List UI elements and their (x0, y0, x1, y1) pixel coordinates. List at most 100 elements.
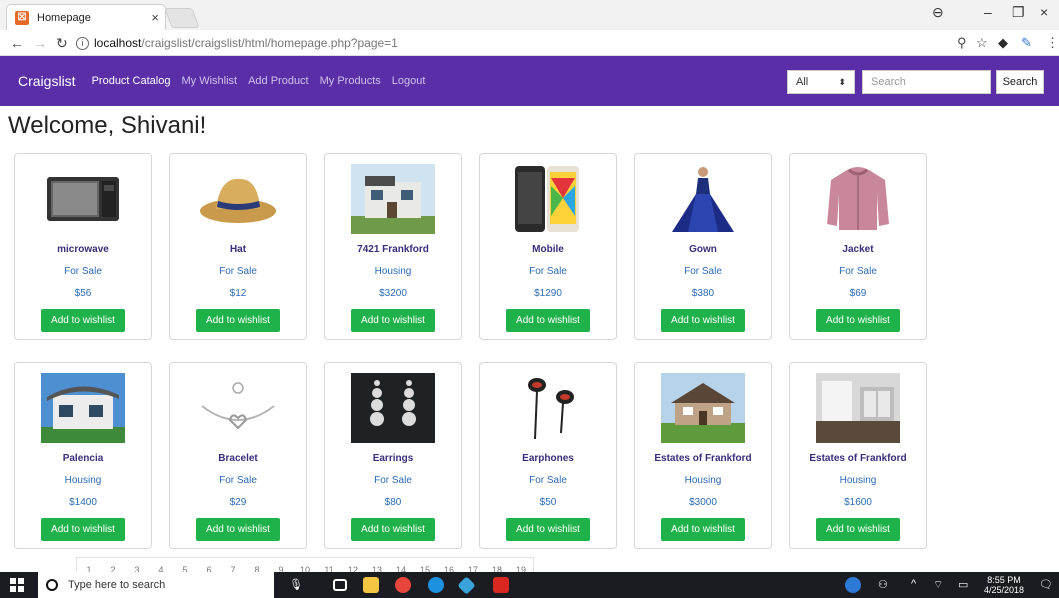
microphone-icon[interactable]: 🎙 (289, 578, 303, 591)
maximize-icon[interactable]: ❐ (1012, 4, 1025, 21)
category-select[interactable]: All ⬍ (787, 70, 855, 94)
page-link[interactable]: 12 (341, 558, 365, 572)
page-link[interactable]: 4 (149, 558, 173, 572)
nav-product-catalog[interactable]: Product Catalog (92, 75, 171, 87)
file-explorer-icon[interactable] (363, 577, 379, 593)
task-view-icon[interactable] (333, 579, 347, 591)
extension-pen-icon[interactable]: ✎ (1021, 35, 1032, 51)
chrome-icon[interactable] (395, 577, 411, 593)
product-name[interactable]: Jacket (842, 244, 873, 255)
nav-my-wishlist[interactable]: My Wishlist (181, 75, 237, 87)
product-name[interactable]: Estates of Frankford (809, 453, 906, 464)
add-to-wishlist-button[interactable]: Add to wishlist (661, 518, 745, 541)
add-to-wishlist-button[interactable]: Add to wishlist (41, 309, 125, 332)
taskbar-search[interactable]: Type here to search (38, 572, 274, 598)
kitchen-image[interactable] (816, 373, 900, 443)
page-link[interactable]: 1 (77, 558, 101, 572)
jacket-image[interactable] (816, 164, 900, 234)
battery-icon[interactable]: ▭ (958, 578, 968, 591)
product-name[interactable]: Bracelet (218, 453, 257, 464)
page-link[interactable]: 18 (485, 558, 509, 572)
page-link[interactable]: 17 (461, 558, 485, 572)
back-icon[interactable]: ← (10, 35, 24, 51)
earphones-image[interactable] (506, 373, 590, 443)
zoom-icon[interactable]: ⚲ (957, 35, 967, 51)
product-price: $50 (539, 497, 557, 508)
bookmark-star-icon[interactable]: ☆ (976, 35, 988, 51)
reload-icon[interactable]: ↻ (56, 35, 68, 52)
house-image[interactable] (351, 164, 435, 234)
product-name[interactable]: Palencia (63, 453, 104, 464)
menu-icon[interactable]: ⋮ (1046, 35, 1059, 51)
cortana-icon (46, 579, 58, 591)
profile-icon[interactable]: ⊖ (932, 4, 944, 21)
add-to-wishlist-button[interactable]: Add to wishlist (351, 518, 435, 541)
add-to-wishlist-button[interactable]: Add to wishlist (196, 309, 280, 332)
tab-close-icon[interactable]: × (151, 10, 159, 25)
villa-image[interactable] (41, 373, 125, 443)
acrobat-icon[interactable] (493, 577, 509, 593)
product-name[interactable]: Estates of Frankford (654, 453, 751, 464)
product-name[interactable]: Hat (230, 244, 246, 255)
url-field[interactable]: i localhost/craigslist/craigslist/html/h… (76, 33, 1001, 53)
page-link[interactable]: 14 (389, 558, 413, 572)
search-button[interactable]: Search (996, 70, 1044, 94)
mobile-image[interactable] (506, 164, 590, 234)
clock[interactable]: 8:55 PM 4/25/2018 (978, 575, 1030, 595)
page-link[interactable]: 6 (197, 558, 221, 572)
add-to-wishlist-button[interactable]: Add to wishlist (661, 309, 745, 332)
page-link[interactable]: 9 (269, 558, 293, 572)
brand-link[interactable]: Craigslist (18, 73, 76, 89)
product-name[interactable]: Earphones (522, 453, 574, 464)
page-link[interactable]: 15 (413, 558, 437, 572)
nav-add-product[interactable]: Add Product (248, 75, 309, 87)
page-link[interactable]: 19 (509, 558, 533, 572)
product-name[interactable]: Gown (689, 244, 717, 255)
page-link[interactable]: 13 (365, 558, 389, 572)
page-link[interactable]: 2 (101, 558, 125, 572)
people-icon[interactable]: ⚇ (878, 578, 888, 591)
visual-studio-icon[interactable] (457, 576, 476, 595)
help-icon[interactable] (845, 577, 861, 593)
extension-icon[interactable]: ◆ (998, 35, 1008, 51)
add-to-wishlist-button[interactable]: Add to wishlist (506, 309, 590, 332)
close-window-icon[interactable]: × (1040, 4, 1048, 20)
add-to-wishlist-button[interactable]: Add to wishlist (506, 518, 590, 541)
page-link[interactable]: 10 (293, 558, 317, 572)
wifi-icon[interactable]: ⌔ (933, 578, 943, 592)
product-name[interactable]: Mobile (532, 244, 564, 255)
add-to-wishlist-button[interactable]: Add to wishlist (816, 518, 900, 541)
info-icon[interactable]: i (76, 36, 89, 50)
page-link[interactable]: 11 (317, 558, 341, 572)
product-card: Estates of Frankford Housing $3000 Add t… (634, 362, 772, 549)
product-name[interactable]: 7421 Frankford (357, 244, 429, 255)
earrings-image[interactable] (351, 373, 435, 443)
search-input[interactable] (862, 70, 991, 94)
bracelet-image[interactable] (196, 373, 280, 443)
hat-image[interactable] (196, 164, 280, 234)
page-link[interactable]: 8 (245, 558, 269, 572)
chevron-up-icon[interactable]: ^ (911, 578, 916, 590)
gown-image[interactable] (661, 164, 745, 234)
product-name[interactable]: Earrings (373, 453, 414, 464)
add-to-wishlist-button[interactable]: Add to wishlist (351, 309, 435, 332)
page-link[interactable]: 16 (437, 558, 461, 572)
notifications-icon[interactable]: 🗨 (1039, 578, 1053, 591)
add-to-wishlist-button[interactable]: Add to wishlist (196, 518, 280, 541)
page-link[interactable]: 7 (221, 558, 245, 572)
microwave-image[interactable] (41, 164, 125, 234)
new-tab-button[interactable] (164, 8, 200, 28)
add-to-wishlist-button[interactable]: Add to wishlist (41, 518, 125, 541)
estate-image[interactable] (661, 373, 745, 443)
product-name[interactable]: microwave (57, 244, 109, 255)
page-link[interactable]: 3 (125, 558, 149, 572)
page-link[interactable]: 5 (173, 558, 197, 572)
edge-icon[interactable] (428, 577, 444, 593)
forward-icon[interactable]: → (33, 35, 47, 51)
add-to-wishlist-button[interactable]: Add to wishlist (816, 309, 900, 332)
nav-logout[interactable]: Logout (392, 75, 426, 87)
nav-my-products[interactable]: My Products (320, 75, 381, 87)
minimize-icon[interactable]: – (984, 4, 992, 20)
windows-start-icon[interactable] (10, 578, 24, 592)
browser-tab[interactable]: ☒ Homepage × (6, 4, 166, 30)
